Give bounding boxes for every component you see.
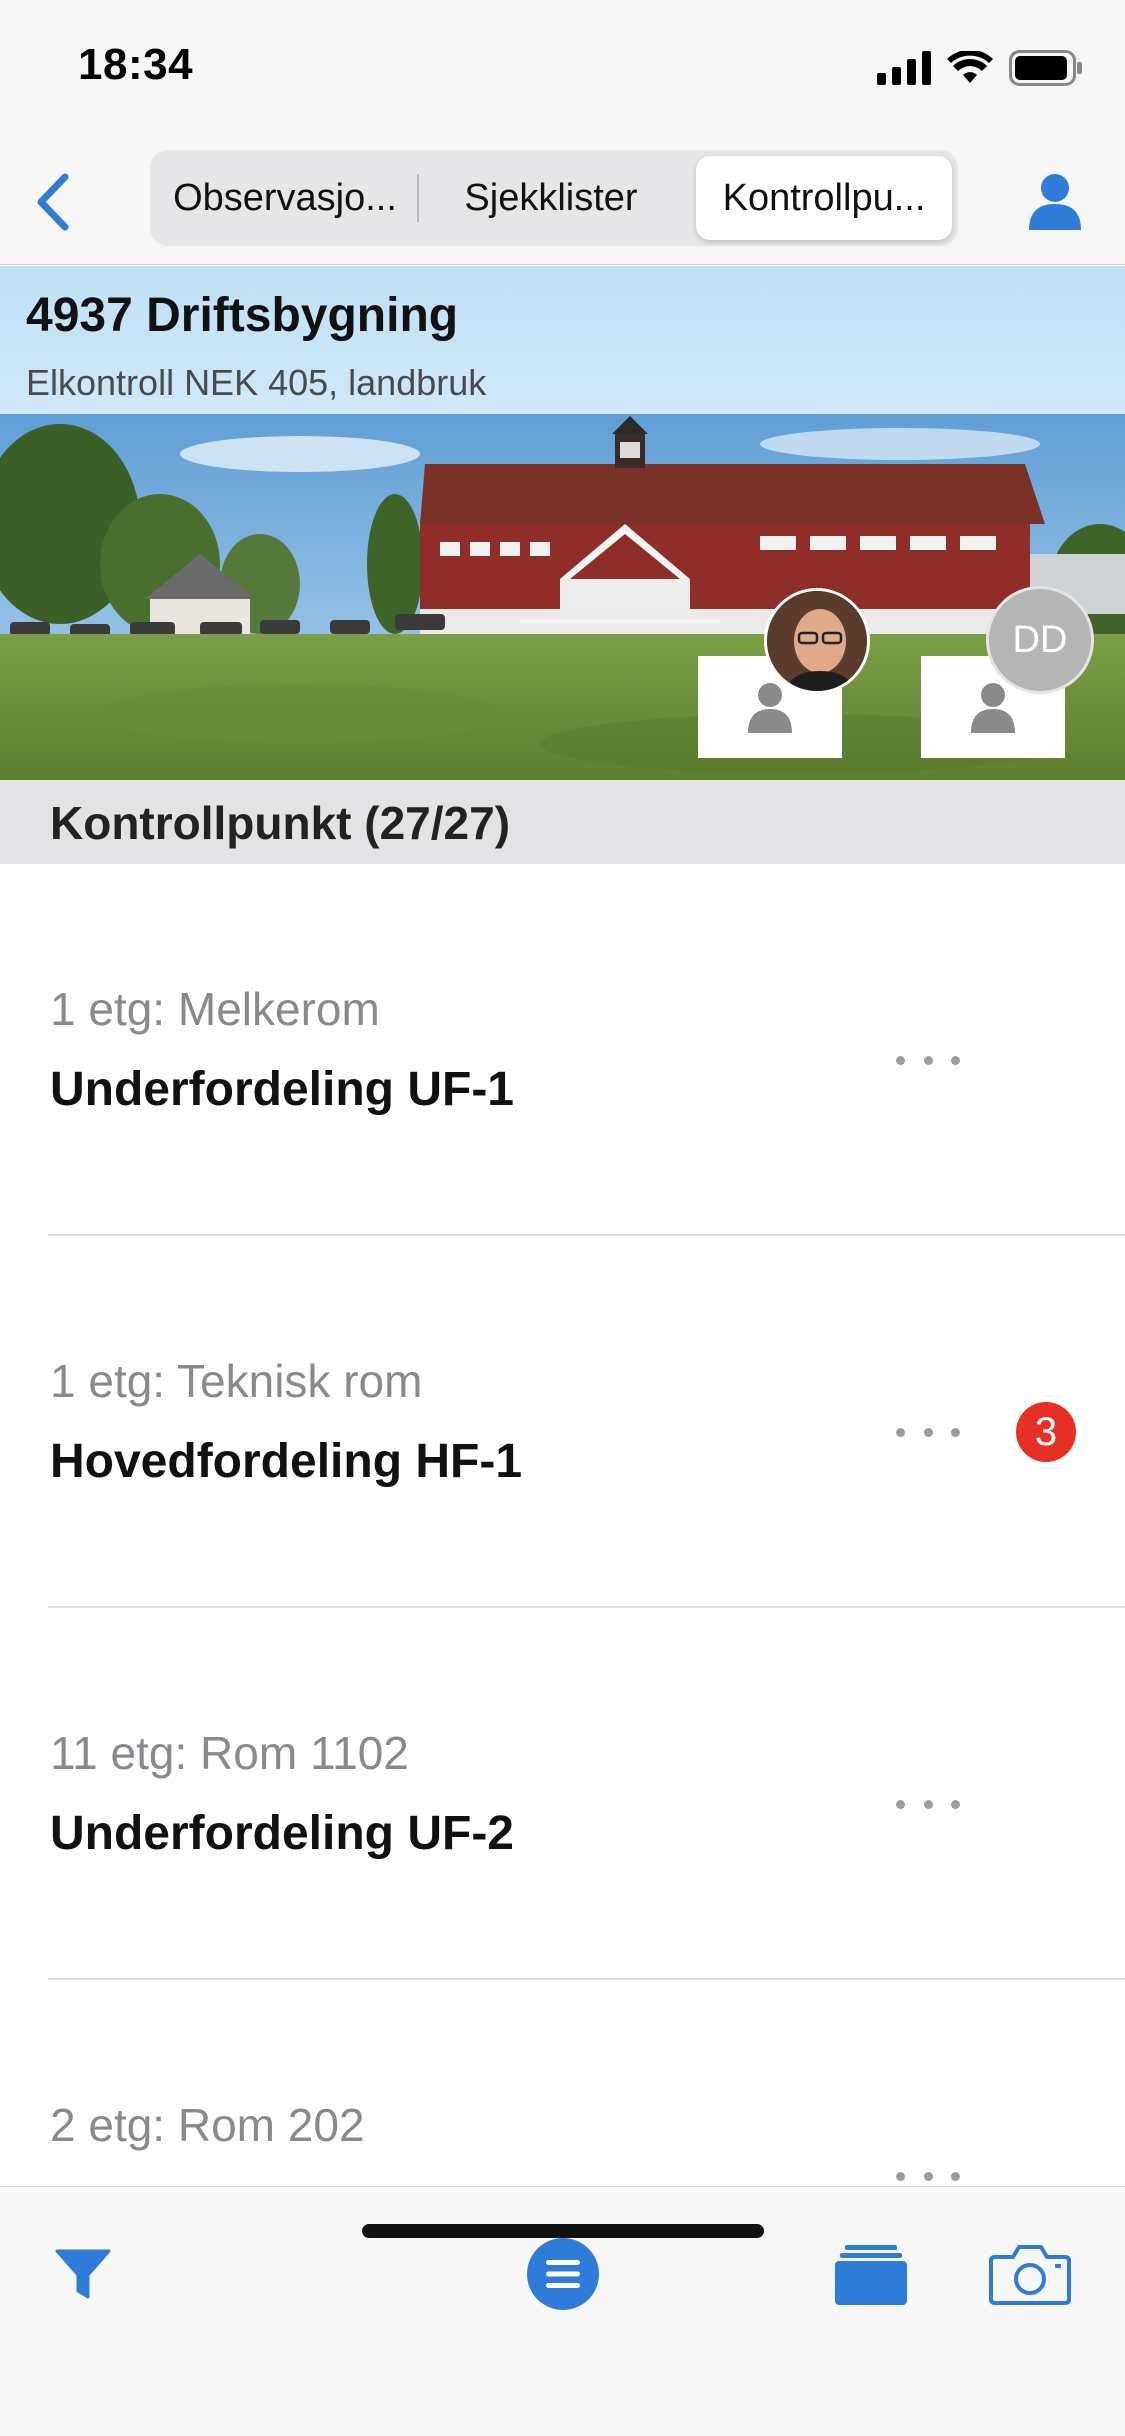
filter-icon xyxy=(55,2249,111,2299)
segment-kontrollpunkt[interactable]: Kontrollpu... xyxy=(696,156,952,240)
building-info-panel: 4937 Driftsbygning Elkontroll NEK 405, l… xyxy=(0,266,1125,414)
segment-observasjoner[interactable]: Observasjo... xyxy=(156,156,414,240)
item-name: Underfordeling UF-1 xyxy=(50,1063,514,1116)
person-placeholder-icon xyxy=(748,683,792,733)
stack-button[interactable] xyxy=(834,2233,908,2315)
list-button[interactable] xyxy=(523,2233,603,2315)
segment-divider xyxy=(417,174,419,222)
building-title: 4937 Driftsbygning xyxy=(26,289,459,342)
camera-icon xyxy=(989,2245,1071,2305)
list-item[interactable]: 1 etg: Melkerom Underfordeling UF-1 xyxy=(0,864,1125,1236)
avatar[interactable] xyxy=(764,588,870,694)
cellular-signal-icon xyxy=(877,51,931,85)
stack-icon xyxy=(835,2245,907,2305)
inspection-type: Elkontroll NEK 405, landbruk xyxy=(26,362,487,403)
wifi-icon xyxy=(947,51,993,83)
person-placeholder-icon xyxy=(971,683,1015,733)
status-bar: 18:34 xyxy=(0,0,1125,140)
control-point-list: 1 etg: Melkerom Underfordeling UF-1 1 et… xyxy=(0,864,1125,2186)
camera-button[interactable] xyxy=(988,2233,1072,2315)
section-title: Kontrollpunkt (27/27) xyxy=(50,797,511,849)
more-icon[interactable] xyxy=(896,1784,960,1824)
item-name: Underfordeling UF-2 xyxy=(50,1807,514,1860)
person-icon xyxy=(1029,174,1081,230)
list-icon xyxy=(527,2238,599,2310)
battery-icon xyxy=(1009,50,1082,86)
user-button[interactable] xyxy=(1015,162,1095,242)
notification-badge: 3 xyxy=(1016,1402,1076,1462)
item-location: 1 etg: Melkerom xyxy=(50,983,380,1035)
segmented-control: Observasjo... Sjekklister Kontrollpu... xyxy=(150,150,958,246)
back-button[interactable] xyxy=(18,162,88,242)
status-time: 18:34 xyxy=(78,40,194,89)
section-header: Kontrollpunkt (27/27) xyxy=(0,780,1125,864)
navigation-bar: Observasjo... Sjekklister Kontrollpu... xyxy=(0,140,1125,265)
segment-sjekklister[interactable]: Sjekklister xyxy=(420,156,682,240)
status-icons xyxy=(877,50,1083,86)
item-location: 1 etg: Teknisk rom xyxy=(50,1355,423,1407)
filter-button[interactable] xyxy=(50,2233,116,2315)
item-location: 11 etg: Rom 1102 xyxy=(50,1727,409,1779)
list-item[interactable]: 11 etg: Rom 1102 Underfordeling UF-2 xyxy=(0,1608,1125,1980)
list-item[interactable]: 2 etg: Rom 202 xyxy=(0,1980,1125,2186)
avatar-initials[interactable]: DD xyxy=(986,586,1094,694)
item-name: Hovedfordeling HF-1 xyxy=(50,1435,523,1488)
item-location: 2 etg: Rom 202 xyxy=(50,2099,365,2151)
list-item[interactable]: 1 etg: Teknisk rom Hovedfordeling HF-1 3 xyxy=(0,1236,1125,1608)
more-icon[interactable] xyxy=(896,2156,960,2186)
chevron-left-icon xyxy=(37,173,69,231)
more-icon[interactable] xyxy=(896,1412,960,1452)
home-indicator xyxy=(362,2224,764,2238)
more-icon[interactable] xyxy=(896,1040,960,1080)
